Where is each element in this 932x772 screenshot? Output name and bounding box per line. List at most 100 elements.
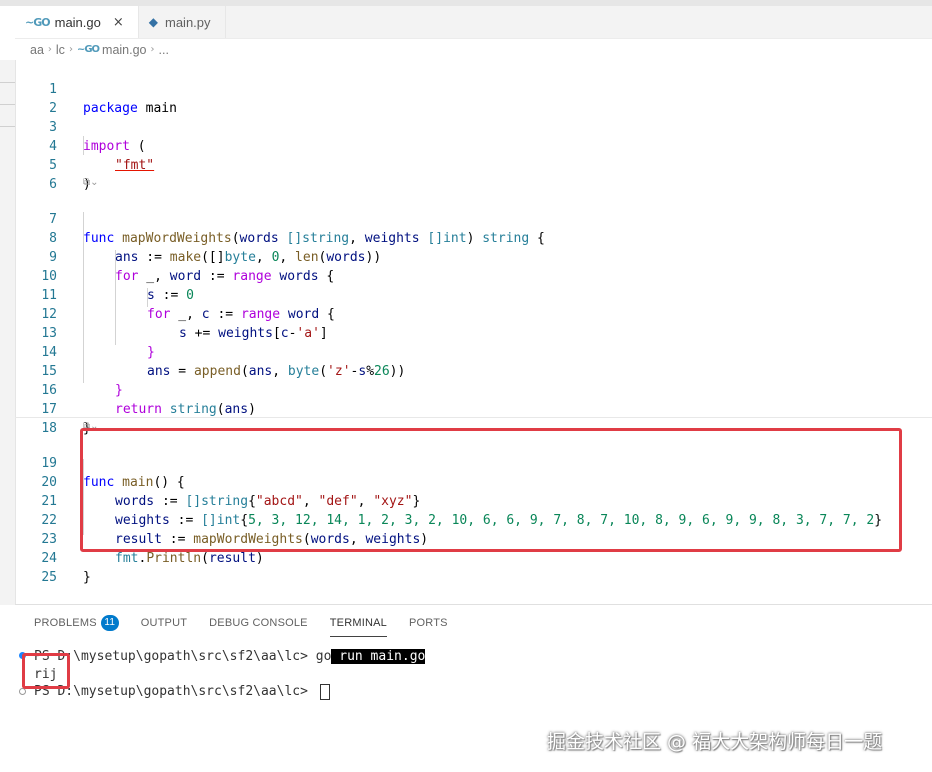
main-function-highlight-box [80, 428, 902, 552]
code-token: byte [224, 250, 256, 265]
code-line: 20 words := []string{"abcd", "def", "xyz… [15, 454, 420, 509]
tab-label: main.go [54, 14, 101, 30]
code-token: func [83, 231, 115, 246]
code-token: , [255, 250, 272, 265]
breadcrumb-item-symbols[interactable]: ... [159, 43, 169, 57]
code-token: ( [319, 364, 328, 379]
code-token: words [326, 250, 366, 265]
code-token: ( [201, 551, 209, 566]
code-token: weights [218, 326, 273, 341]
tab-output[interactable]: OUTPUT [141, 615, 187, 637]
breadcrumb: aa › lc › ~GO main.go › ... [15, 39, 932, 60]
code-token: } [147, 345, 155, 360]
code-token: ans [147, 364, 171, 379]
side-strip [0, 60, 16, 605]
code-token: ( [129, 139, 146, 154]
code-token: "fmt" [115, 158, 155, 173]
code-token: range [240, 307, 281, 322]
code-token: byte [287, 364, 320, 379]
tab-terminal[interactable]: TERMINAL [329, 615, 387, 637]
code-token: mapWordWeights [122, 231, 232, 246]
code-token: [ [272, 326, 281, 341]
code-token: ans [224, 402, 249, 417]
tab-problems[interactable]: PROBLEMS 11 [34, 615, 119, 637]
code-editor[interactable]: 1 package main 2 3 import ( 4 "fmt" 5 ) … [15, 60, 932, 605]
editor-tabs: ~GO main.go × ◆ main.py [15, 6, 932, 39]
code-token: result [208, 551, 256, 566]
tab-label: TERMINAL [329, 616, 387, 629]
breadcrumb-item-lc[interactable]: lc [56, 43, 65, 57]
code-token: ) [466, 231, 483, 246]
code-token: ( [231, 231, 240, 246]
terminal-command-args: run main.go [331, 649, 426, 664]
terminal-command-go: go [315, 649, 332, 664]
code-line: 8 ans := make([]byte, 0, len(words)) [15, 210, 381, 265]
terminal-cursor [319, 683, 330, 700]
code-token: for [115, 269, 139, 284]
tab-label: OUTPUT [140, 617, 188, 629]
code-token: make [169, 250, 202, 265]
code-line: 5 ) [15, 137, 91, 192]
tab-debug-console[interactable]: DEBUG CONSOLE [209, 615, 308, 637]
terminal-output-highlight-box [22, 653, 70, 689]
code-token: := [209, 307, 241, 322]
terminal-line-command: PS D:\mysetup\gopath\src\sf2\aa\lc> go r… [34, 648, 426, 665]
breadcrumb-item-aa[interactable]: aa [30, 43, 44, 57]
tab-ports[interactable]: PORTS [409, 615, 448, 637]
go-file-icon: ~GO [76, 44, 100, 55]
code-line: 10 s := 0 [15, 248, 194, 303]
code-line: 22 result := mapWordWeights(words, weigh… [15, 492, 428, 547]
code-token: string [482, 231, 530, 246]
chevron-right-icon: › [150, 44, 155, 55]
code-token: ( [216, 402, 225, 417]
terminal-line-prompt[interactable]: PS D:\mysetup\gopath\src\sf2\aa\lc> [34, 683, 330, 700]
tab-main-go[interactable]: ~GO main.go × [15, 6, 139, 38]
code-token: ) [248, 402, 256, 417]
code-token: string [169, 402, 217, 417]
code-line: 13 } [15, 305, 154, 360]
code-token: , [279, 250, 296, 265]
code-line: 4 "fmt" [15, 118, 154, 173]
breadcrumb-item-file[interactable]: main.go [102, 43, 146, 57]
tab-label: DEBUG CONSOLE [209, 617, 308, 629]
code-line: 19 func main() { [15, 435, 184, 490]
line-number: 25 [41, 570, 57, 585]
code-token: _, [170, 307, 202, 322]
code-line: 12 s += weights[c-'a'] [15, 286, 327, 341]
code-lens-icon[interactable]: ⧉⌄ [83, 176, 99, 190]
tab-label: PROBLEMS [34, 617, 97, 629]
tab-label: PORTS [408, 617, 448, 629]
code-token: return [115, 402, 162, 417]
code-token: main [137, 101, 177, 116]
code-token: import [83, 139, 130, 154]
code-token: += [186, 326, 219, 341]
code-token: c [201, 307, 210, 322]
code-token: s [358, 364, 367, 379]
code-token: )) [389, 364, 406, 379]
code-line: 16 return string(ans) [15, 362, 256, 417]
code-token: ) [255, 551, 264, 566]
code-token: word [287, 307, 320, 322]
code-token: } [115, 383, 123, 398]
code-token: := [154, 288, 187, 303]
tab-main-py[interactable]: ◆ main.py [139, 6, 226, 38]
code-line: 24 } [15, 530, 90, 585]
close-icon[interactable]: × [113, 15, 124, 30]
code-token: := [201, 269, 233, 284]
code-token: ([] [201, 250, 225, 265]
code-token: 26 [374, 364, 390, 379]
code-line: 7 func mapWordWeights(words []string, we… [15, 191, 545, 246]
code-line: 25 [15, 549, 57, 585]
chevron-right-icon: › [68, 44, 73, 55]
code-token: _, [138, 269, 170, 284]
code-token: fmt [115, 551, 139, 566]
code-token: words [239, 231, 279, 246]
code-line: 15 } [15, 343, 122, 398]
go-file-icon: ~GO [25, 15, 51, 29]
code-token: append [193, 364, 241, 379]
code-token: , [272, 364, 288, 379]
code-line: 3 import ( [15, 99, 145, 154]
code-line: 6 [15, 156, 57, 192]
